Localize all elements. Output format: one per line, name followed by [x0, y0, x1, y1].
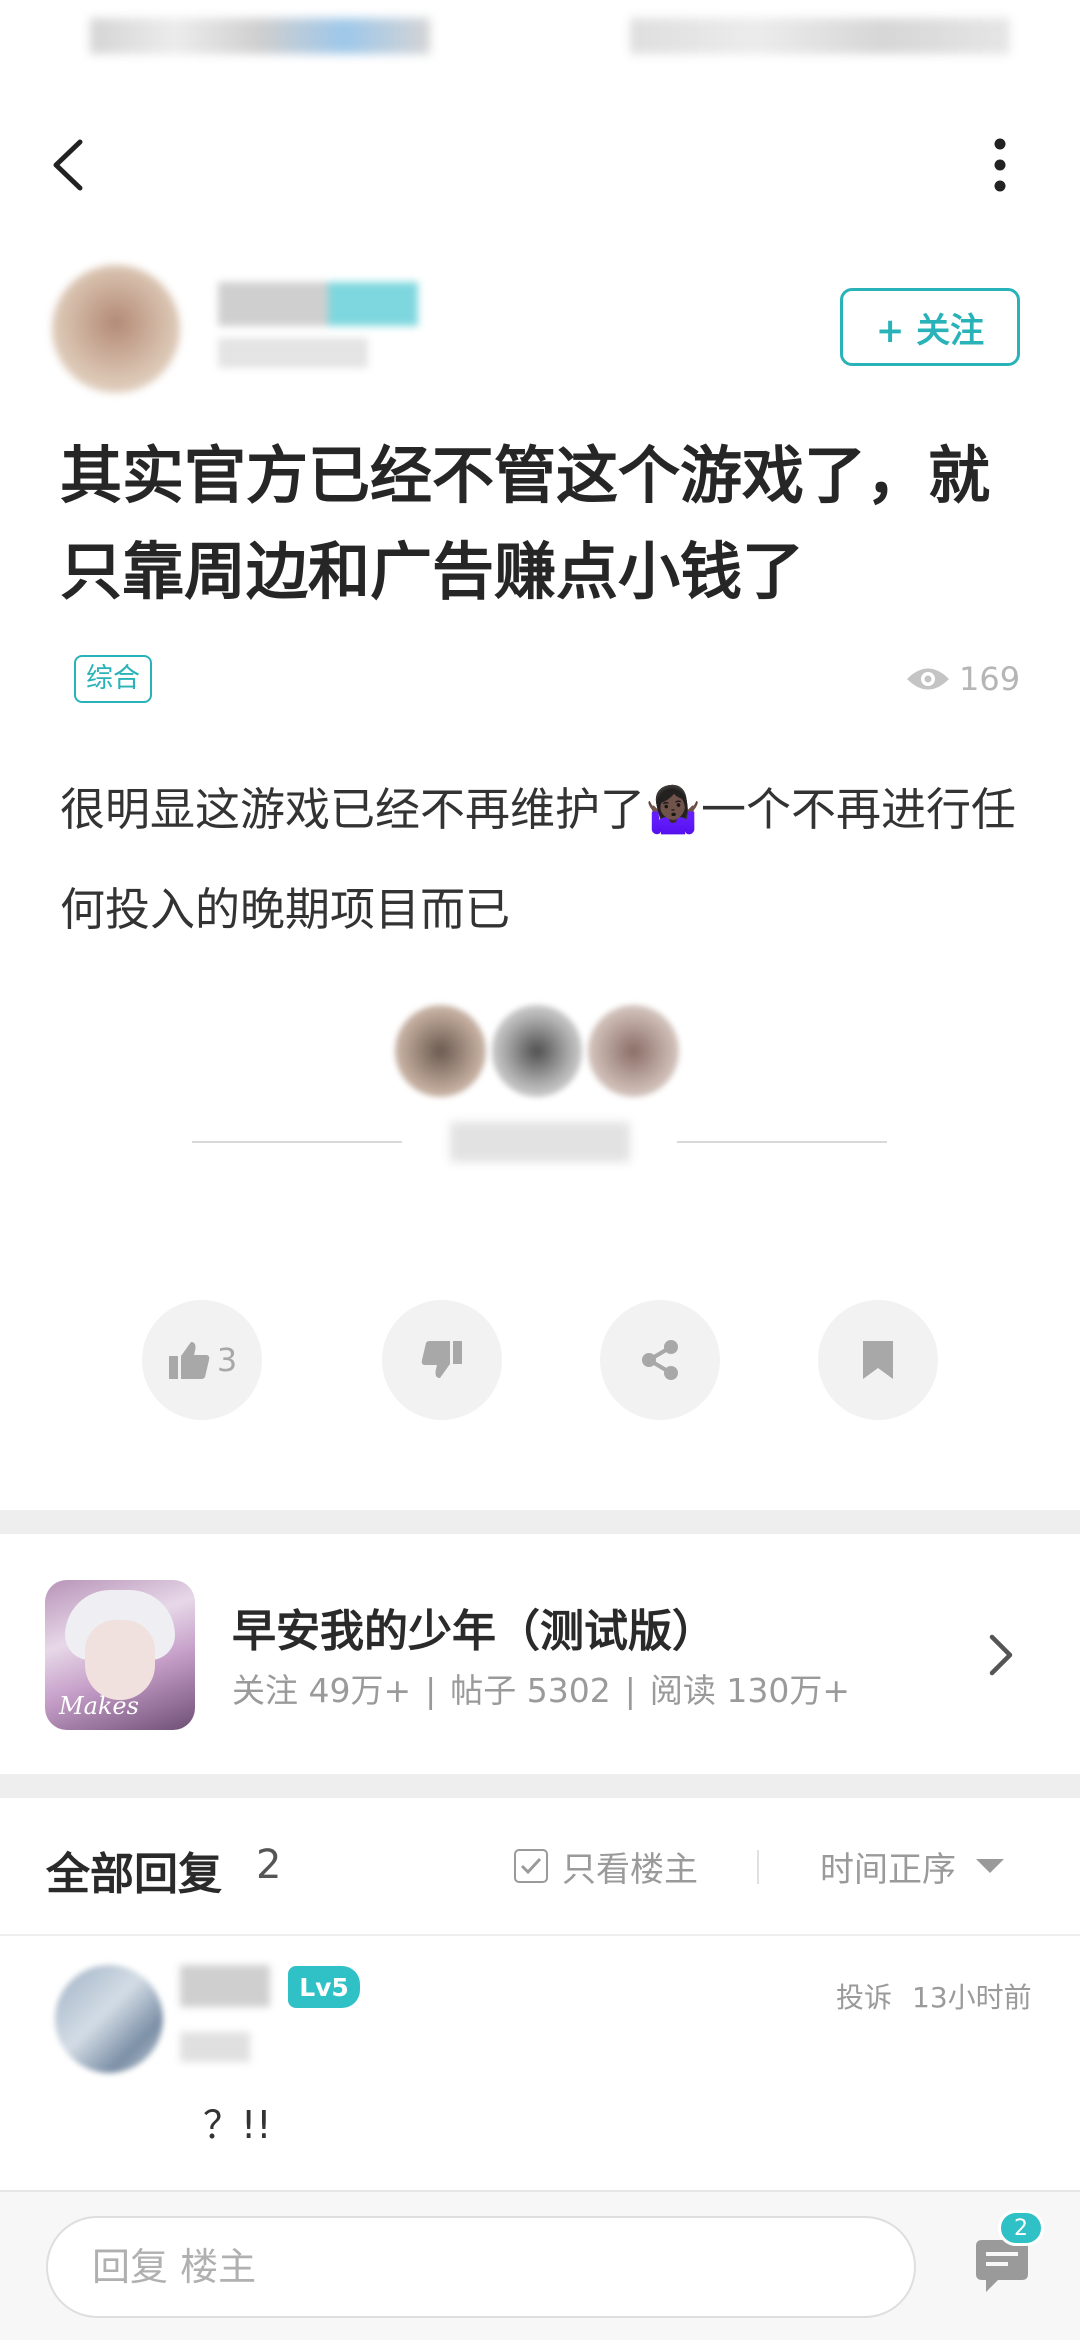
- game-posts-stat: 帖子 5302: [450, 1671, 611, 1710]
- game-stats: 关注 49万+ | 帖子 5302 | 阅读 130万+: [232, 1664, 850, 1712]
- bookmark-button[interactable]: [818, 1300, 938, 1420]
- share-button[interactable]: [600, 1300, 720, 1420]
- reward-avatar: [491, 1005, 583, 1097]
- like-button[interactable]: 3: [142, 1300, 262, 1420]
- status-bar-right-blurred: [630, 18, 1010, 54]
- share-icon: [642, 1340, 678, 1380]
- level-badge: Lv5: [288, 1966, 360, 2008]
- follow-button[interactable]: + 关注: [840, 288, 1020, 366]
- game-name[interactable]: 早安我的少年（测试版）: [232, 1595, 716, 1659]
- reward-avatars[interactable]: [395, 1005, 685, 1097]
- only-owner-toggle[interactable]: 只看楼主: [514, 1843, 698, 1890]
- divider-line: [192, 1141, 402, 1143]
- game-reads-stat: 阅读 130万+: [649, 1671, 851, 1710]
- view-count-value: 169: [959, 660, 1021, 698]
- chevron-left-icon: [53, 139, 83, 191]
- chevron-right-icon: [989, 1634, 1013, 1676]
- replies-title: 全部回复: [46, 1849, 222, 1900]
- top-navigation: [0, 110, 1080, 220]
- report-button[interactable]: 投诉: [836, 1976, 892, 2016]
- game-icon-logo: Makes: [59, 1692, 139, 1720]
- dislike-button[interactable]: [382, 1300, 502, 1420]
- section-divider: [0, 1510, 1080, 1534]
- divider-line: [0, 1934, 1080, 1936]
- author-avatar[interactable]: [52, 265, 180, 393]
- like-count: 3: [216, 1341, 238, 1379]
- game-icon[interactable]: Makes: [45, 1580, 195, 1730]
- game-icon-face: [85, 1620, 155, 1700]
- reward-avatar: [588, 1005, 680, 1097]
- reply-meta-blurred: [180, 2032, 250, 2062]
- reply-username-blurred[interactable]: [180, 1965, 270, 2007]
- post-title: 其实官方已经不管这个游戏了，就只靠周边和广告赚点小钱了: [60, 439, 991, 608]
- comment-count-badge: 2: [998, 2210, 1044, 2246]
- author-name-blurred[interactable]: [218, 282, 418, 326]
- status-bar: [0, 0, 1080, 80]
- back-button[interactable]: [40, 130, 100, 200]
- bookmark-icon: [863, 1341, 893, 1379]
- caret-down-icon: [976, 1859, 1004, 1873]
- stat-separator: |: [425, 1671, 437, 1710]
- stat-separator: |: [624, 1671, 636, 1710]
- category-tag[interactable]: 综合: [74, 655, 152, 703]
- only-owner-label: 只看楼主: [562, 1849, 698, 1890]
- section-divider: [0, 1774, 1080, 1798]
- check-icon: [520, 1857, 542, 1875]
- status-bar-left-blurred: [90, 18, 430, 54]
- more-vertical-icon: [994, 138, 1006, 192]
- reply-input[interactable]: 回复 楼主: [46, 2216, 916, 2318]
- game-follow-stat: 关注 49万+: [232, 1671, 412, 1710]
- reward-caption-blurred: [450, 1122, 630, 1162]
- checkbox[interactable]: [514, 1849, 548, 1883]
- view-count: 169: [905, 656, 1020, 702]
- reply-time: 13小时前: [912, 1981, 1032, 2014]
- reply-text: ？!!: [203, 2103, 272, 2147]
- reward-avatar: [395, 1005, 486, 1097]
- replies-count: 2: [256, 1842, 282, 1888]
- vertical-divider: [757, 1850, 759, 1884]
- divider-line: [677, 1141, 887, 1143]
- eye-icon: [907, 668, 949, 690]
- thumbs-down-icon: [421, 1341, 462, 1378]
- sort-dropdown[interactable]: 时间正序: [820, 1843, 1004, 1890]
- reply-avatar[interactable]: [55, 1965, 163, 2073]
- post-body: 很明显这游戏已经不再维护了🤷🏿‍♀️一个不再进行任何投入的晚期项目而已: [60, 783, 1017, 936]
- sort-label: 时间正序: [820, 1849, 956, 1890]
- more-options-button[interactable]: [970, 130, 1030, 200]
- game-card-chevron[interactable]: [980, 1625, 1020, 1685]
- thumbs-up-icon: [168, 1342, 210, 1379]
- author-meta-blurred: [218, 338, 368, 368]
